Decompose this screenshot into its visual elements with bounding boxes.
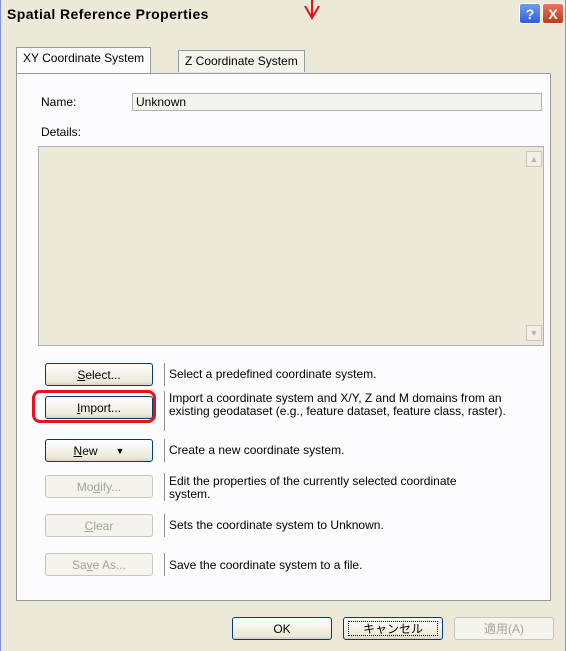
button-label-post: ew bbox=[82, 443, 98, 458]
focus-rect bbox=[348, 621, 438, 636]
button-accel: N bbox=[73, 443, 83, 458]
separator bbox=[164, 473, 165, 501]
button-label-post: ify... bbox=[100, 479, 122, 494]
apply-button[interactable]: 適用(A) bbox=[454, 617, 554, 640]
save-as-button[interactable]: Sa v e As... bbox=[45, 553, 153, 576]
annotation-arrow-icon bbox=[304, 0, 320, 20]
window-title: Spatial Reference Properties bbox=[7, 6, 209, 22]
button-label-pre: Sa bbox=[71, 557, 87, 572]
cancel-button[interactable]: キャンセル bbox=[343, 617, 443, 640]
help-icon: ? bbox=[525, 5, 535, 22]
button-label-post: elect... bbox=[85, 367, 121, 382]
ok-label: OK bbox=[273, 621, 291, 636]
details-textbox[interactable]: ▲ ▼ bbox=[38, 146, 544, 346]
modify-button[interactable]: Mo d ify... bbox=[45, 475, 153, 498]
ok-button[interactable]: OK bbox=[232, 617, 332, 640]
import-description: Import a coordinate system and X/Y, Z an… bbox=[169, 391, 506, 418]
clear-button[interactable]: Clear bbox=[45, 514, 153, 537]
separator bbox=[164, 514, 165, 537]
tab-z-coordinate-system[interactable]: Z Coordinate System bbox=[178, 50, 305, 72]
apply-label: 適用(A) bbox=[484, 622, 524, 636]
button-accel: C bbox=[84, 518, 94, 533]
tab-label: XY Coordinate System bbox=[23, 51, 145, 65]
separator bbox=[164, 391, 165, 431]
tab-label: Z Coordinate System bbox=[185, 54, 298, 68]
details-label: Details: bbox=[41, 125, 82, 139]
button-accel: S bbox=[77, 367, 86, 382]
title-bar[interactable]: Spatial Reference Properties ? X bbox=[1, 0, 565, 28]
close-icon: X bbox=[548, 5, 558, 22]
dialog-window: Spatial Reference Properties ? X XY Coor… bbox=[0, 0, 566, 651]
name-field: Unknown bbox=[132, 93, 542, 111]
import-button[interactable]: Import... bbox=[45, 396, 153, 419]
dropdown-arrow-icon: ▼ bbox=[115, 445, 125, 456]
modify-description: Edit the properties of the currently sel… bbox=[169, 474, 457, 501]
close-button[interactable]: X bbox=[542, 3, 564, 24]
save-as-description: Save the coordinate system to a file. bbox=[169, 558, 363, 572]
separator bbox=[164, 553, 165, 576]
clear-description: Sets the coordinate system to Unknown. bbox=[169, 518, 384, 532]
separator bbox=[164, 439, 165, 462]
name-label: Name: bbox=[41, 95, 77, 109]
help-button[interactable]: ? bbox=[519, 3, 541, 24]
new-description: Create a new coordinate system. bbox=[169, 443, 345, 457]
select-description: Select a predefined coordinate system. bbox=[169, 367, 377, 381]
button-label-pre: Mo bbox=[76, 479, 94, 494]
scroll-down-arrow-icon[interactable]: ▼ bbox=[526, 325, 542, 341]
button-label-post: e As... bbox=[92, 557, 127, 572]
new-button[interactable]: New ▼ bbox=[45, 439, 153, 462]
button-accel: d bbox=[93, 479, 101, 494]
separator bbox=[164, 363, 165, 386]
button-label-post: mport... bbox=[80, 400, 122, 415]
tab-panel: Name: Unknown Details: ▲ ▼ Select... Sel… bbox=[16, 73, 551, 601]
tab-xy-coordinate-system[interactable]: XY Coordinate System bbox=[16, 47, 152, 73]
select-button[interactable]: Select... bbox=[45, 363, 153, 386]
button-label-post: lear bbox=[93, 518, 114, 533]
scroll-up-arrow-icon[interactable]: ▲ bbox=[526, 151, 542, 167]
